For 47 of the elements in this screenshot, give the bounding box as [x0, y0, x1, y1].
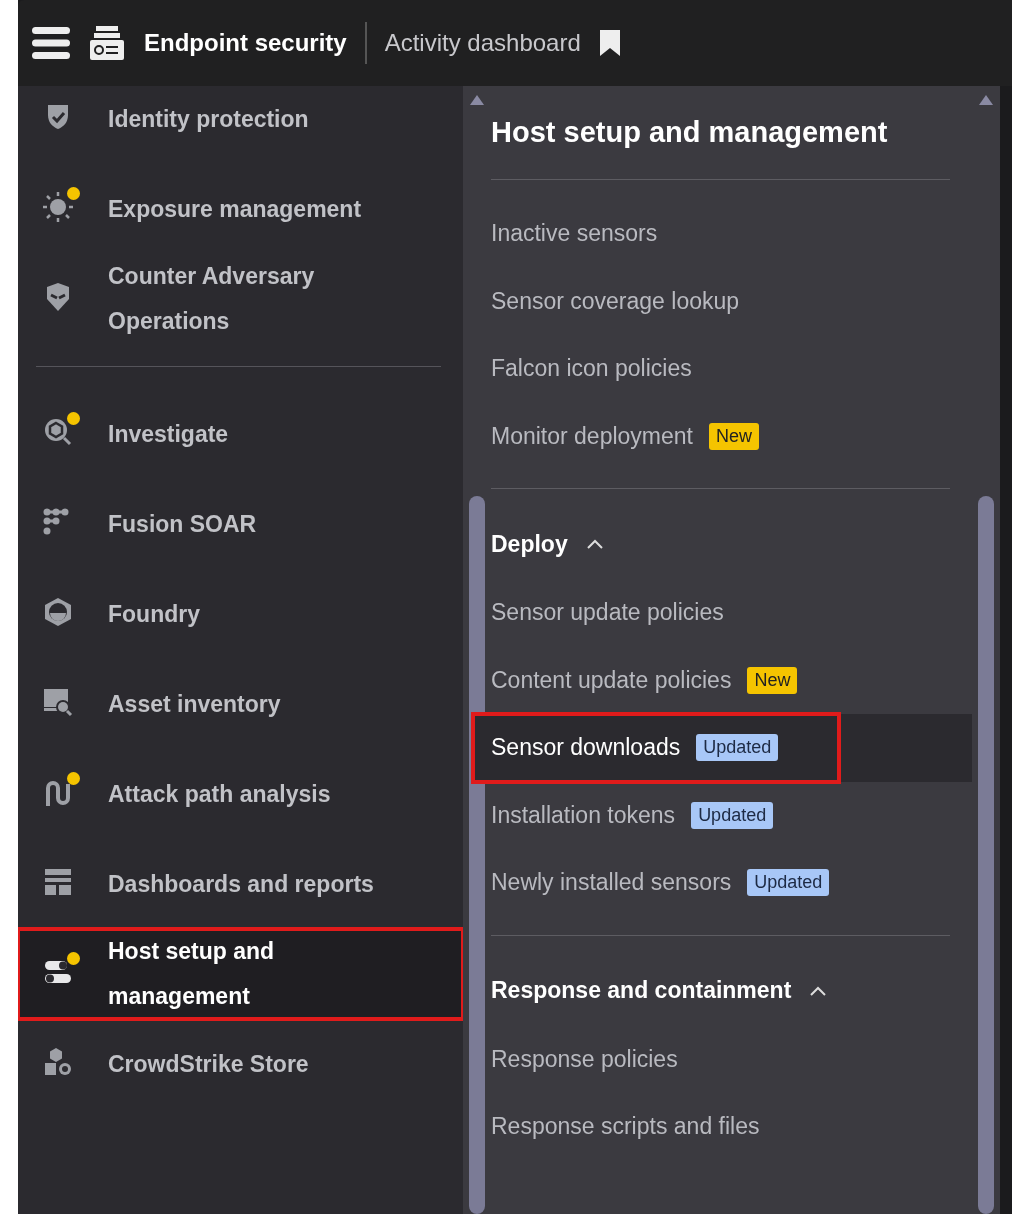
scroll-up-icon[interactable] — [469, 94, 485, 106]
nav-icon — [42, 866, 74, 898]
submenu-link[interactable]: Response scripts and files — [471, 1093, 972, 1161]
section-header[interactable]: Response and containment — [491, 955, 950, 1026]
scroll-up-icon[interactable] — [978, 94, 994, 106]
app-title: Endpoint security — [144, 29, 347, 57]
submenu-link[interactable]: Sensor update policies — [471, 579, 972, 647]
submenu-link[interactable]: Installation tokens Updated — [471, 781, 972, 849]
nav-icon — [42, 191, 74, 223]
sidebar-item[interactable]: Fusion SOAR — [36, 479, 445, 569]
status-badge: New — [709, 422, 759, 450]
sidebar-item[interactable]: Host setup and management — [18, 929, 463, 1019]
scrollbar[interactable] — [469, 94, 485, 1214]
chevron-icon — [809, 984, 828, 997]
sidebar-item[interactable]: Attack path analysis — [36, 749, 445, 839]
app-icon — [88, 24, 126, 62]
sidebar-item[interactable]: Identity protection — [36, 86, 445, 164]
submenu-link[interactable]: Sensor downloads Updated — [471, 714, 972, 782]
submenu-link[interactable]: Monitor deployment New — [471, 402, 972, 470]
sidebar-item[interactable]: Counter Adversary Operations — [36, 254, 445, 344]
submenu-link[interactable]: Response policies — [471, 1025, 972, 1093]
nav-icon — [42, 596, 74, 628]
status-badge: Updated — [691, 801, 774, 829]
page-title[interactable]: Activity dashboard — [384, 29, 581, 57]
status-badge: Updated — [696, 734, 779, 762]
submenu-title: Host setup and management — [491, 116, 950, 180]
submenu-link[interactable]: Sensor coverage lookup — [471, 267, 972, 335]
nav-icon — [42, 1046, 74, 1078]
nav-icon — [42, 686, 74, 718]
submenu-link[interactable]: Falcon icon policies — [471, 335, 972, 403]
status-badge: New — [747, 666, 798, 694]
bookmark-icon[interactable] — [598, 29, 621, 57]
scrollbar[interactable] — [978, 94, 994, 1214]
submenu-link[interactable]: Content update policies New — [471, 646, 972, 714]
chevron-icon — [585, 538, 604, 550]
submenu-link[interactable]: Newly installed sensors Updated — [471, 849, 972, 917]
section-header[interactable]: Deploy — [491, 509, 950, 579]
menu-icon[interactable] — [32, 26, 70, 60]
status-badge: Updated — [747, 869, 830, 897]
sidebar-item[interactable]: Investigate — [36, 389, 445, 479]
submenu-link[interactable]: Inactive sensors — [471, 200, 972, 268]
sidebar-item[interactable]: Exposure management — [36, 164, 445, 254]
sidebar-item[interactable]: Foundry — [36, 569, 445, 659]
sidebar-item[interactable]: CrowdStrike Store — [36, 1019, 445, 1109]
nav-icon — [42, 416, 74, 448]
sidebar-item[interactable]: Asset inventory — [36, 659, 445, 749]
sidebar-item[interactable]: Dashboards and reports — [36, 839, 445, 929]
